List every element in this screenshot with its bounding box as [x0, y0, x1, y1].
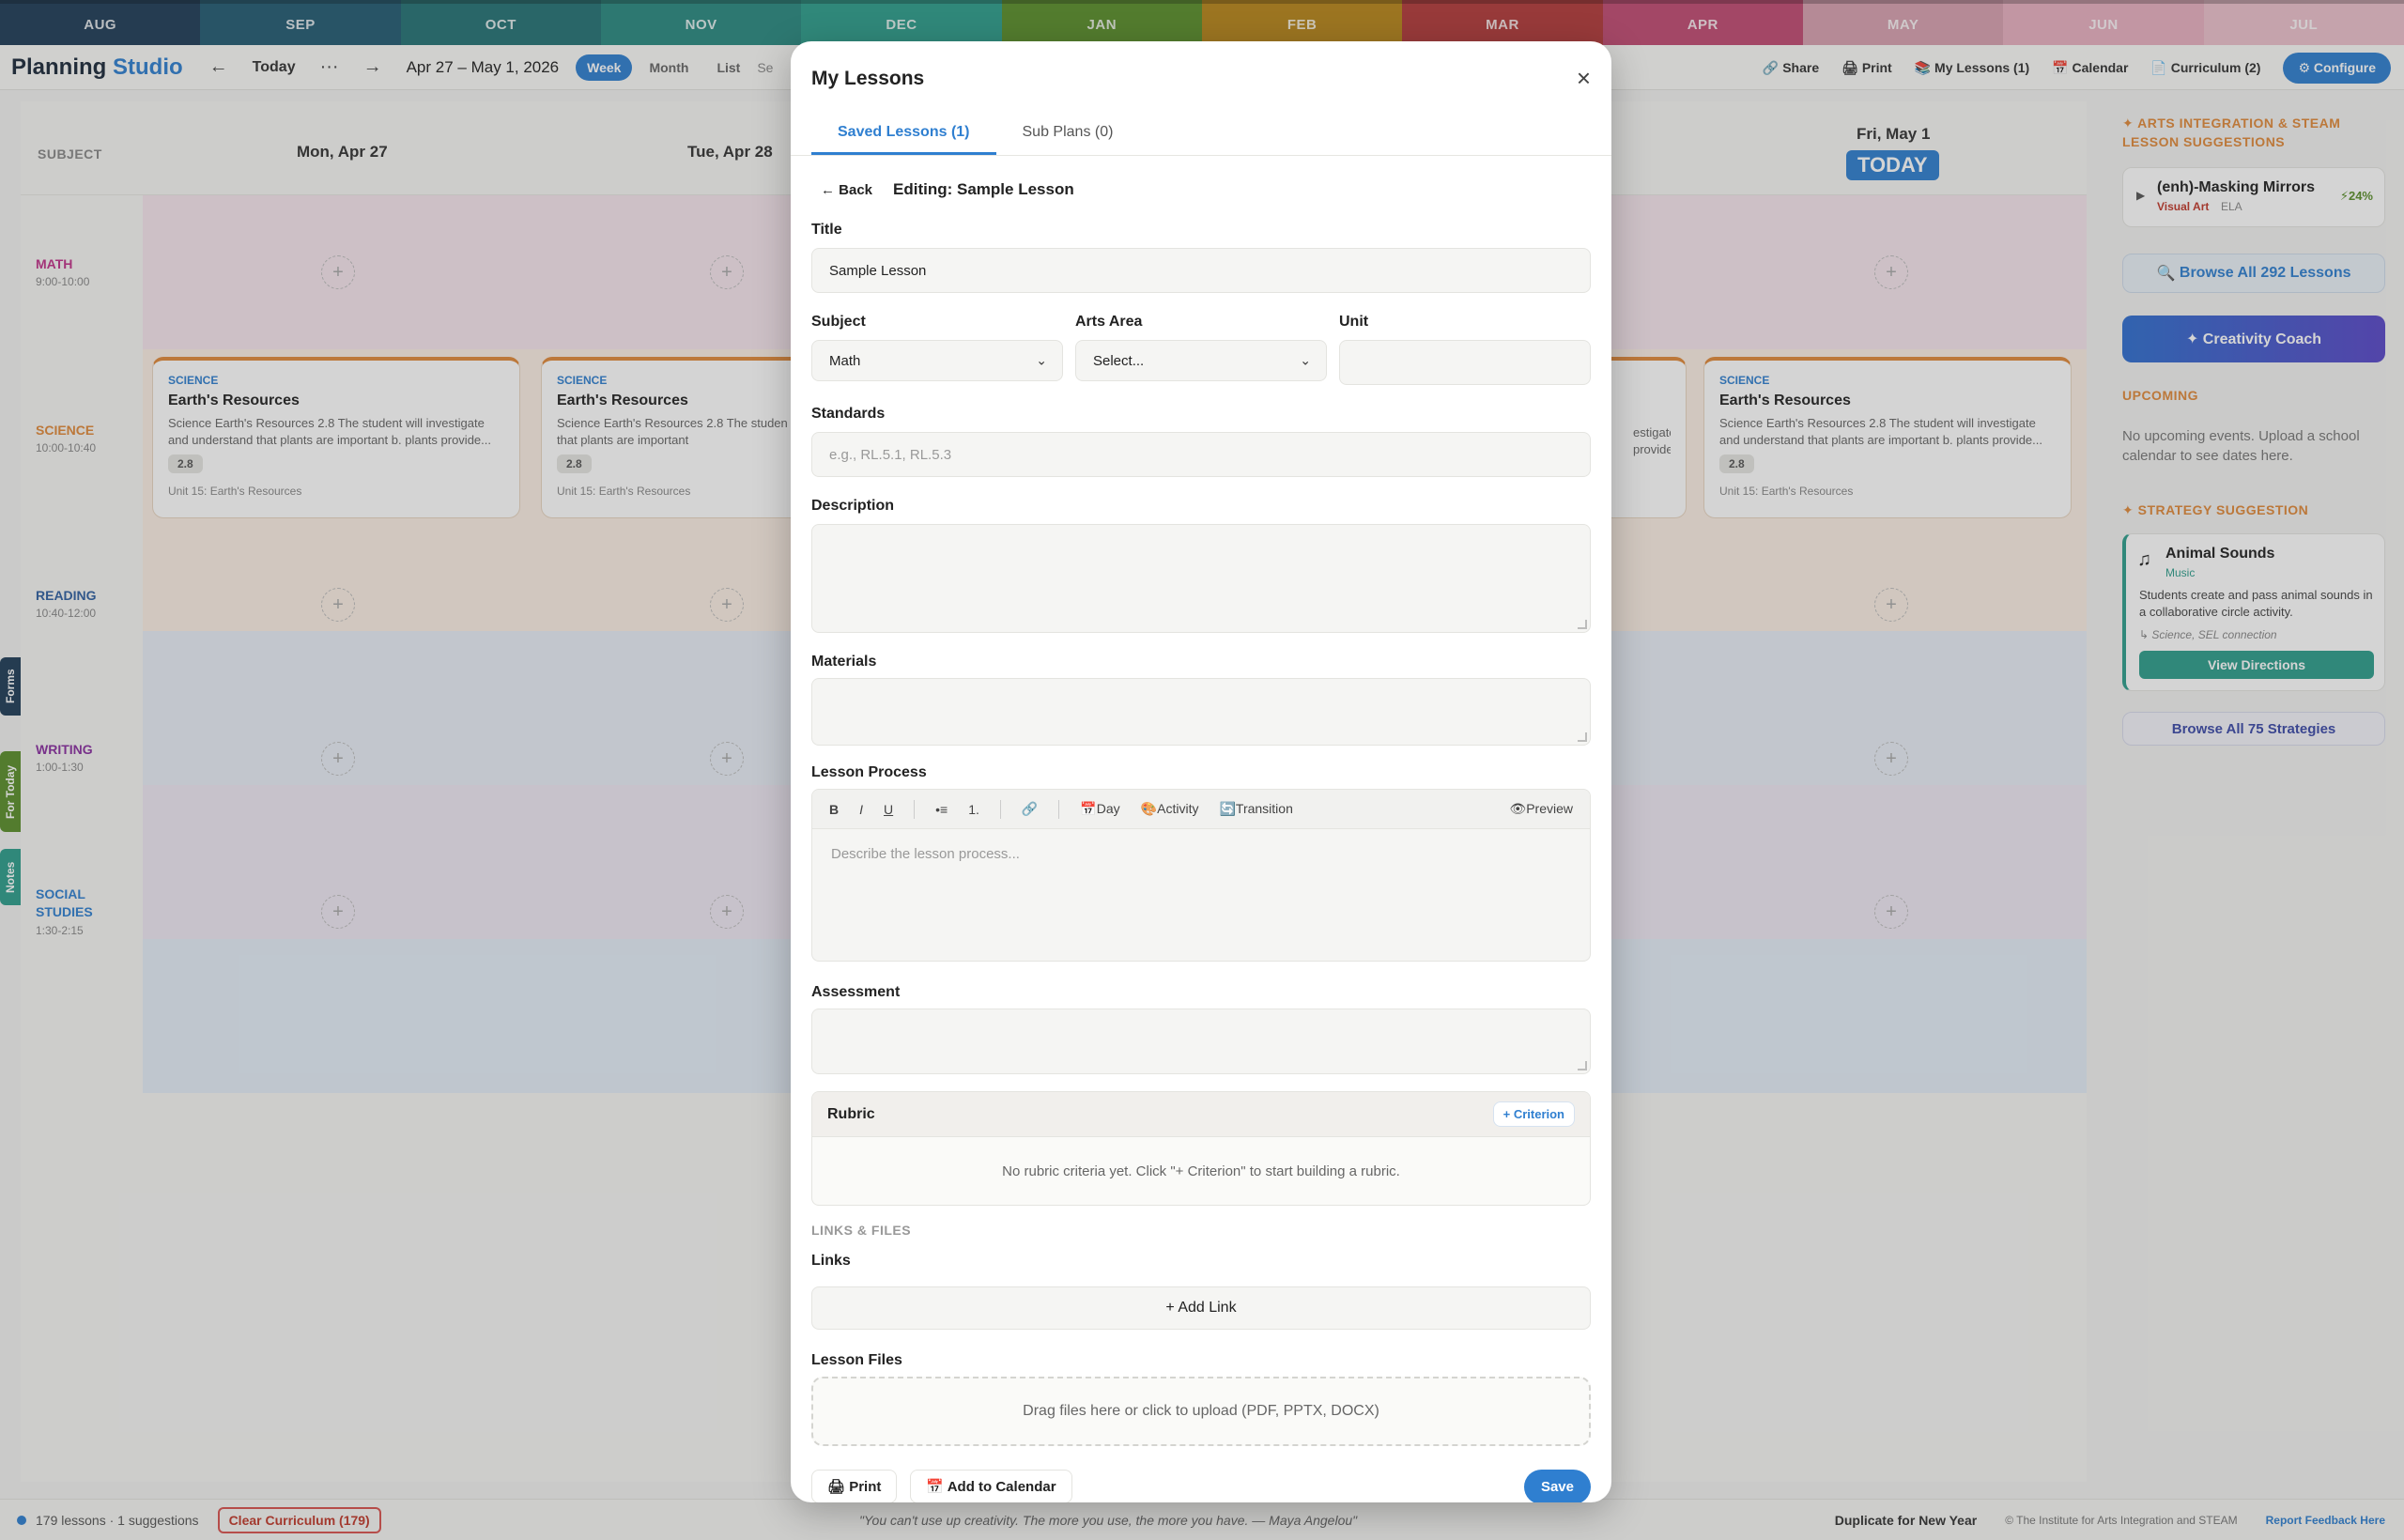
description-textarea[interactable] — [811, 524, 1591, 633]
rubric-title: Rubric — [827, 1105, 875, 1122]
transition-icon: 🔄 — [1219, 801, 1236, 816]
toolbar-divider — [999, 799, 1001, 819]
back-button[interactable]: ← Back — [821, 182, 872, 198]
tab-sub-plans[interactable]: Sub Plans (0) — [996, 113, 1140, 155]
modal-title: My Lessons — [811, 68, 925, 89]
bold-button[interactable]: B — [829, 802, 839, 817]
add-link-button[interactable]: + Add Link — [811, 1286, 1591, 1330]
add-to-calendar-label: Add to Calendar — [947, 1479, 1056, 1495]
rubric-empty-state: No rubric criteria yet. Click "+ Criteri… — [1002, 1163, 1400, 1179]
save-button[interactable]: Save — [1523, 1469, 1591, 1502]
links-files-heading: LINKS & FILES — [811, 1223, 912, 1238]
add-criterion-button[interactable]: + Criterion — [1492, 1101, 1575, 1127]
materials-textarea[interactable] — [811, 678, 1591, 746]
my-lessons-modal: My Lessons × Saved Lessons (1) Sub Plans… — [791, 41, 1611, 1502]
insert-activity-button[interactable]: 🎨Activity — [1141, 801, 1199, 817]
rubric-section: Rubric + Criterion No rubric criteria ye… — [811, 1091, 1591, 1206]
unit-label: Unit — [1339, 314, 1369, 330]
resize-handle[interactable] — [1578, 1061, 1587, 1070]
insert-day-button[interactable]: 📅Day — [1080, 801, 1119, 817]
numbered-list-button[interactable]: 1. — [968, 802, 979, 817]
italic-button[interactable]: I — [859, 802, 863, 817]
eye-icon: 👁 — [1509, 801, 1527, 816]
editor-header: ← Back Editing: Sample Lesson — [821, 180, 1074, 199]
insert-activity-label: Activity — [1157, 801, 1199, 816]
add-to-calendar-button[interactable]: 📅 Add to Calendar — [910, 1470, 1072, 1502]
toolbar-divider — [1058, 799, 1060, 819]
lesson-process-label: Lesson Process — [811, 764, 927, 780]
subject-value: Math — [829, 352, 861, 369]
assessment-label: Assessment — [811, 984, 901, 1000]
arts-area-select[interactable]: Select... ⌄ — [1075, 340, 1327, 381]
underline-button[interactable]: U — [884, 802, 893, 817]
arts-area-value: Select... — [1093, 352, 1145, 369]
materials-label: Materials — [811, 654, 877, 670]
insert-day-label: Day — [1096, 801, 1120, 816]
preview-button[interactable]: 👁Preview — [1509, 801, 1573, 817]
palette-icon: 🎨 — [1140, 801, 1158, 816]
modal-tabs: Saved Lessons (1) Sub Plans (0) — [791, 113, 1611, 156]
close-icon[interactable]: × — [1577, 64, 1591, 93]
print-lesson-button[interactable]: 🖨 Print — [811, 1470, 898, 1502]
link-icon[interactable]: 🔗 — [1022, 801, 1038, 817]
toolbar-divider — [914, 799, 916, 819]
lesson-files-label: Lesson Files — [811, 1352, 902, 1368]
file-dropzone[interactable]: Drag files here or click to upload (PDF,… — [811, 1377, 1591, 1446]
calendar-icon: 📅 — [1080, 801, 1097, 816]
insert-transition-label: Transition — [1235, 801, 1293, 816]
standards-label: Standards — [811, 406, 886, 422]
calendar-icon: 📅 — [926, 1479, 945, 1495]
chevron-down-icon: ⌄ — [1300, 352, 1311, 368]
title-label: Title — [811, 222, 842, 238]
resize-handle[interactable] — [1578, 620, 1587, 629]
subject-label: Subject — [811, 314, 866, 330]
standards-input[interactable]: e.g., RL.5.1, RL.5.3 — [811, 432, 1591, 477]
assessment-textarea[interactable] — [811, 1009, 1591, 1074]
tab-saved-lessons[interactable]: Saved Lessons (1) — [811, 113, 996, 155]
unit-input[interactable] — [1339, 340, 1591, 385]
description-label: Description — [811, 498, 895, 514]
modal-footer: 🖨 Print 📅 Add to Calendar Save — [811, 1467, 1591, 1502]
chevron-down-icon: ⌄ — [1036, 352, 1047, 368]
editing-title: Editing: Sample Lesson — [893, 180, 1074, 198]
subject-select[interactable]: Math ⌄ — [811, 340, 1063, 381]
insert-transition-button[interactable]: 🔄Transition — [1219, 801, 1292, 817]
rubric-header: Rubric + Criterion — [812, 1092, 1590, 1137]
title-input[interactable]: Sample Lesson — [811, 248, 1591, 293]
print-lesson-label: Print — [849, 1479, 882, 1495]
lesson-process-input[interactable]: Describe the lesson process... — [812, 829, 1590, 879]
preview-label: Preview — [1526, 801, 1573, 816]
printer-icon: 🖨 — [827, 1479, 846, 1495]
resize-handle[interactable] — [1578, 732, 1587, 742]
editor-toolbar: B I U •≡ 1. 🔗 📅Day 🎨Activity 🔄Transition… — [812, 790, 1590, 829]
arts-area-label: Arts Area — [1075, 314, 1143, 330]
bullet-list-button[interactable]: •≡ — [935, 802, 948, 817]
lesson-process-editor: B I U •≡ 1. 🔗 📅Day 🎨Activity 🔄Transition… — [811, 789, 1591, 962]
links-label: Links — [811, 1253, 851, 1269]
